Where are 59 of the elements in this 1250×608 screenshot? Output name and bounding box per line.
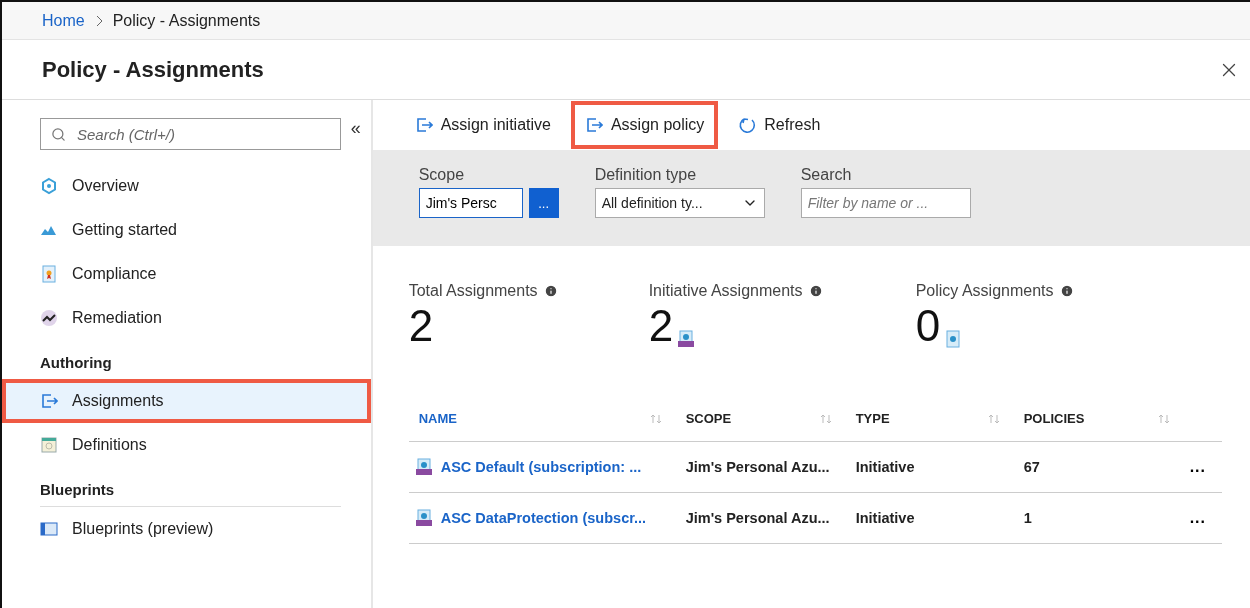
arrow-out-icon: [414, 116, 433, 134]
sidebar-item[interactable]: Definitions: [2, 423, 371, 467]
info-icon[interactable]: [543, 284, 558, 298]
scope-field[interactable]: Jim's Persc: [418, 188, 523, 218]
chevron-right-icon: [94, 14, 103, 27]
table-cell-text: 1: [1022, 510, 1033, 526]
section-heading: Authoring: [40, 354, 112, 371]
sidebar-item[interactable]: Getting started: [2, 208, 371, 252]
arrow-out-icon: [584, 116, 603, 134]
page-title: Policy - Assignments: [42, 56, 264, 83]
breadcrumb-link[interactable]: Home: [42, 11, 85, 30]
stat-label: Initiative Assignments: [648, 282, 803, 300]
policy-icon: [944, 330, 963, 348]
assignment-link[interactable]: ASC Default (subscription: ...: [408, 458, 676, 476]
stat-value: 2: [408, 304, 434, 348]
table-cell-text: Jim's Personal Azu...: [684, 459, 831, 475]
initiative-icon: [414, 509, 433, 527]
sidebar-item[interactable]: Remediation: [2, 296, 371, 340]
more-button[interactable]: ...: [1183, 457, 1212, 477]
initiative-icon: [414, 458, 433, 476]
hexagon-icon: [40, 177, 58, 195]
certificate-icon: [40, 265, 58, 283]
blueprint-icon: [40, 520, 58, 538]
more-button[interactable]: ...: [1183, 508, 1212, 528]
search-field[interactable]: Search (Ctrl+/): [40, 118, 341, 150]
table-cell-text: Jim's Personal Azu...: [684, 510, 831, 526]
arrow-out-icon: [40, 392, 58, 410]
field-label: Definition type: [594, 166, 698, 184]
sidebar-item[interactable]: Overview: [2, 164, 371, 208]
table-cell-text: Initiative: [854, 459, 916, 475]
sidebar-item[interactable]: Blueprints (preview): [2, 507, 371, 551]
refresh-icon: [738, 116, 757, 134]
stat-label: Total Assignments: [408, 282, 538, 300]
browse-button[interactable]: ...: [528, 188, 559, 218]
column-header[interactable]: NAME: [418, 411, 457, 426]
column-header[interactable]: POLICIES: [1023, 411, 1085, 426]
stat-value: 2: [648, 304, 674, 348]
search-icon: [51, 127, 66, 142]
field-label: Scope: [418, 166, 466, 184]
column-header[interactable]: TYPE: [855, 411, 890, 426]
definition-type-dropdown[interactable]: All definition ty...: [594, 188, 765, 218]
info-icon[interactable]: [808, 284, 823, 298]
initiative-icon: [677, 330, 696, 348]
table-cell-text: Initiative: [854, 510, 916, 526]
collapse-button[interactable]: «: [350, 118, 361, 139]
breadcrumb-current: Policy - Assignments: [112, 11, 261, 30]
column-header[interactable]: SCOPE: [685, 411, 732, 426]
stat-label: Policy Assignments: [915, 282, 1054, 300]
sidebar-item[interactable]: Assignments: [2, 379, 371, 423]
info-icon[interactable]: [1059, 284, 1074, 298]
table-cell-text: 67: [1022, 459, 1041, 475]
section-heading: Blueprints: [40, 481, 115, 498]
toolbar-button[interactable]: Assign policy: [570, 101, 719, 149]
assignment-link[interactable]: ASC DataProtection (subscr...: [408, 509, 676, 527]
sidebar-item[interactable]: Compliance: [2, 252, 371, 296]
document-icon: [40, 436, 58, 454]
field-label: Search: [800, 166, 853, 184]
stat-value: 0: [915, 304, 941, 348]
filter-field[interactable]: Filter by name or ...: [800, 188, 971, 218]
